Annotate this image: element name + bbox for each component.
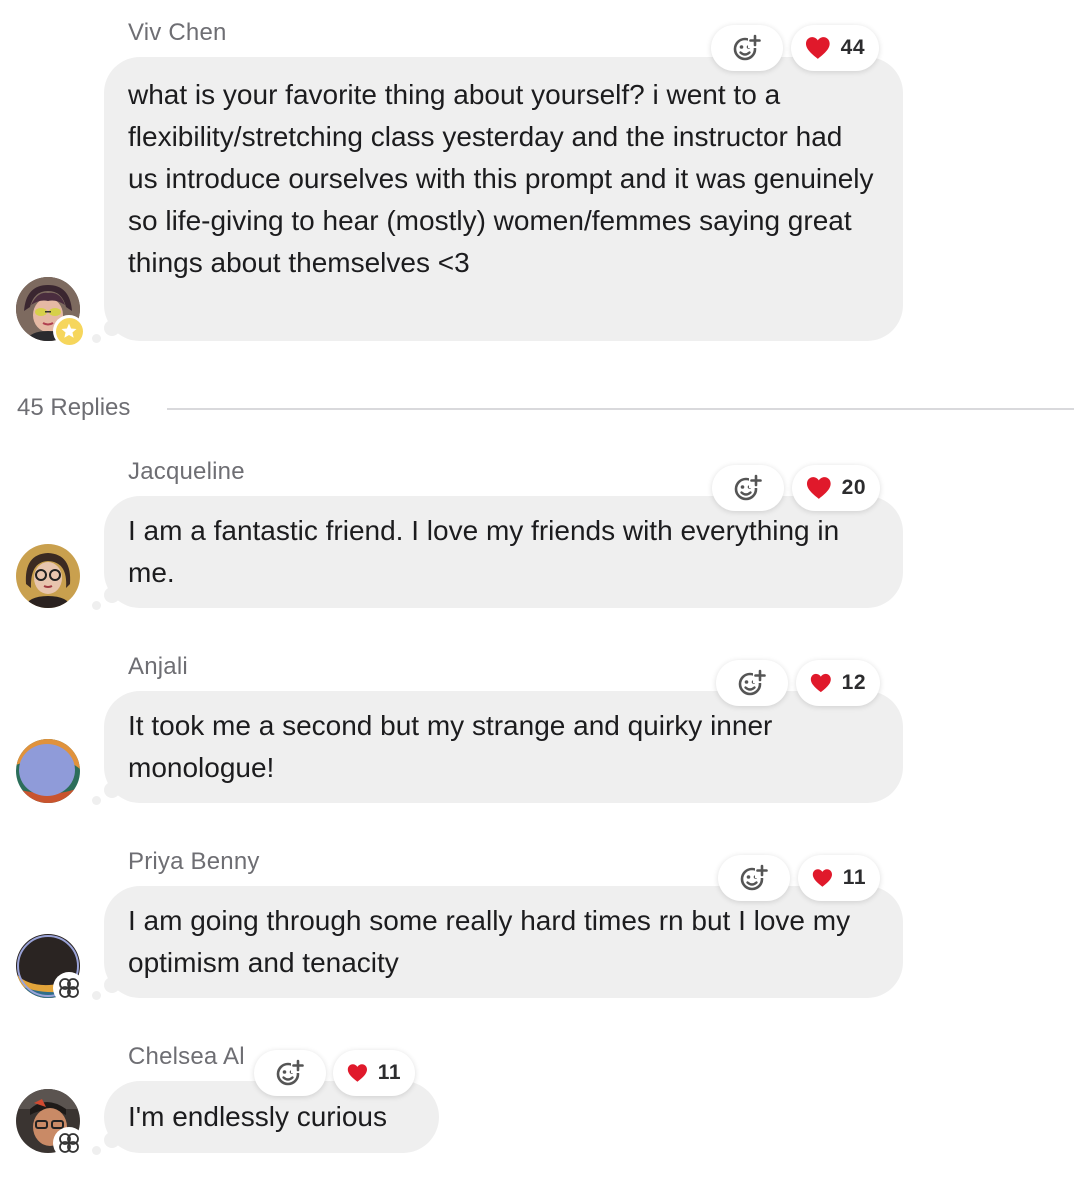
heart-count: 12	[841, 671, 866, 694]
bubble-tail	[104, 320, 120, 336]
heart-count: 11	[377, 1061, 401, 1084]
add-reaction-button[interactable]	[254, 1050, 326, 1096]
post-author-name[interactable]: Viv Chen	[128, 19, 227, 47]
reply-bubble[interactable]: I am a fantastic friend. I love my frien…	[104, 496, 903, 608]
add-reaction-icon	[276, 1059, 305, 1086]
add-reaction-button[interactable]	[716, 660, 788, 706]
add-reaction-button[interactable]	[718, 855, 790, 901]
bubble-tail-dot	[92, 991, 101, 1000]
heart-count: 44	[840, 36, 865, 59]
heart-icon	[347, 1064, 367, 1082]
heart-count: 20	[841, 476, 866, 499]
reply-bubble[interactable]: It took me a second but my strange and q…	[104, 691, 903, 803]
author-badge	[53, 972, 85, 1004]
reply-text: It took me a second but my strange and q…	[128, 710, 773, 783]
heart-icon	[810, 673, 831, 693]
reply-author-name[interactable]: Priya Benny	[128, 848, 260, 876]
reply-author-name[interactable]: Chelsea Al	[128, 1043, 245, 1071]
flower-icon	[59, 978, 79, 998]
heart-reaction-button[interactable]: 20	[792, 465, 880, 511]
bubble-tail-dot	[92, 334, 101, 343]
heart-count: 11	[842, 866, 866, 889]
author-badge	[53, 315, 85, 347]
bubble-tail	[104, 782, 120, 798]
bubble-tail-dot	[92, 796, 101, 805]
author-badge	[53, 1127, 85, 1159]
avatar[interactable]	[16, 544, 80, 608]
heart-reaction-button[interactable]: 44	[791, 25, 879, 71]
add-reaction-icon	[733, 34, 762, 61]
star-icon	[55, 317, 83, 345]
add-reaction-button[interactable]	[711, 25, 783, 71]
bubble-tail	[104, 1132, 120, 1148]
bubble-tail-dot	[92, 601, 101, 610]
heart-icon	[805, 37, 830, 59]
add-reaction-button[interactable]	[712, 465, 784, 511]
replies-count-label: 45 Replies	[17, 394, 131, 421]
add-reaction-icon	[740, 864, 769, 891]
bubble-tail-dot	[92, 1146, 101, 1155]
reply-text: I'm endlessly curious	[128, 1101, 387, 1132]
add-reaction-icon	[738, 669, 767, 696]
reply-text: I am a fantastic friend. I love my frien…	[128, 515, 840, 588]
reply-bubble[interactable]: I am going through some really hard time…	[104, 886, 903, 998]
avatar[interactable]	[16, 739, 80, 803]
heart-reaction-button[interactable]: 11	[333, 1050, 415, 1096]
post-text: what is your favorite thing about yourse…	[128, 79, 874, 278]
replies-divider	[167, 408, 1074, 410]
avatar-image	[16, 544, 80, 608]
flower-icon	[59, 1133, 79, 1153]
heart-icon	[806, 477, 831, 499]
add-reaction-icon	[734, 474, 763, 501]
post-bubble[interactable]: what is your favorite thing about yourse…	[104, 57, 903, 341]
reply-author-name[interactable]: Jacqueline	[128, 458, 245, 486]
reply-author-name[interactable]: Anjali	[128, 653, 188, 681]
bubble-tail	[104, 977, 120, 993]
avatar-image	[16, 739, 80, 803]
heart-reaction-button[interactable]: 12	[796, 660, 880, 706]
heart-reaction-button[interactable]: 11	[798, 855, 880, 901]
heart-icon	[812, 869, 832, 887]
bubble-tail	[104, 587, 120, 603]
reply-text: I am going through some really hard time…	[128, 905, 851, 978]
